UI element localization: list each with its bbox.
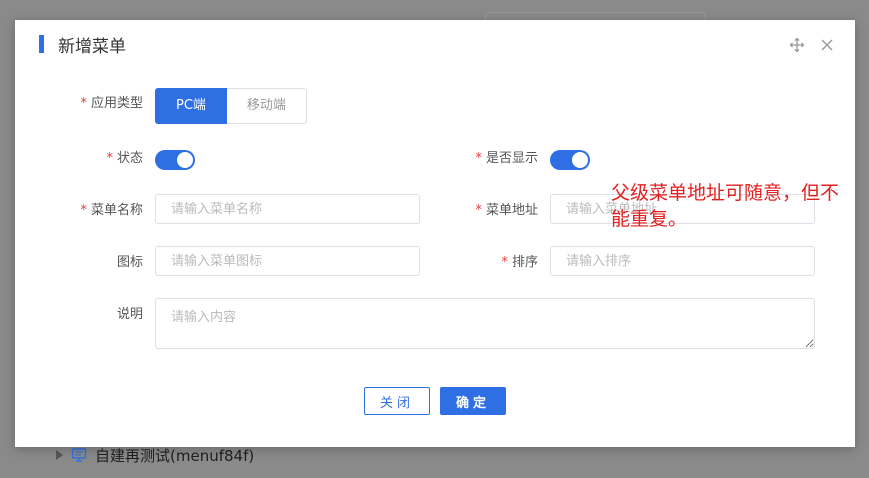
menu-name-label: * 菜单名称 (80, 203, 143, 218)
description-textarea[interactable] (155, 298, 815, 349)
visible-label: * 是否显示 (475, 151, 538, 166)
move-arrows-icon[interactable] (789, 37, 805, 53)
app-type-label: * 应用类型 (80, 96, 143, 111)
confirm-button[interactable]: 确定 (440, 387, 506, 415)
close-button[interactable]: 关闭 (364, 387, 430, 415)
close-icon[interactable] (819, 37, 835, 53)
title-accent-bar (39, 35, 44, 53)
toggle-knob (177, 152, 193, 168)
dialog-header: 新增菜单 (15, 20, 855, 70)
app-type-mobile-option[interactable]: 移动端 (226, 88, 307, 124)
sort-input[interactable] (550, 246, 815, 276)
description-label: 说明 (116, 307, 143, 322)
visible-toggle[interactable] (550, 150, 590, 170)
monitor-icon (71, 448, 87, 462)
sort-label: * 排序 (501, 255, 538, 270)
annotation-note: 父级菜单地址可随意，但不能重复。 (611, 182, 840, 230)
dialog-title: 新增菜单 (58, 37, 126, 57)
menu-name-input[interactable] (155, 194, 420, 224)
status-label: * 状态 (106, 151, 143, 166)
caret-right-icon (56, 450, 63, 460)
icon-label: 图标 (116, 255, 143, 270)
menu-url-label: * 菜单地址 (475, 203, 538, 218)
status-toggle[interactable] (155, 150, 195, 170)
menu-icon-input[interactable] (155, 246, 420, 276)
app-type-pc-option[interactable]: PC端 (155, 88, 227, 124)
toggle-knob (572, 152, 588, 168)
add-menu-dialog: 新增菜单 * 应用类型 PC端 移动端 * 状态 * 是否显示 * 菜单名称 请… (15, 20, 855, 447)
tree-item-label: 自建再测试(menuf84f) (95, 446, 255, 465)
app-type-segmented: PC端 移动端 (155, 88, 307, 124)
